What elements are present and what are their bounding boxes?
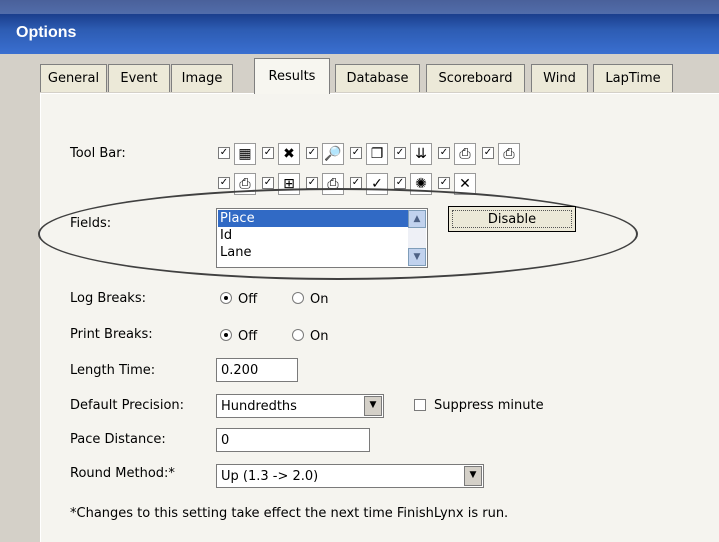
toolbar-checkbox[interactable]: ✓ [394, 177, 406, 189]
toolbar-checkbox[interactable]: ✓ [218, 147, 230, 159]
toolbar-checkbox[interactable]: ✓ [218, 177, 230, 189]
printer-export-icon[interactable]: ⎙ [454, 143, 476, 165]
tab-scoreboard[interactable]: Scoreboard [426, 64, 525, 92]
windows-icon[interactable]: ❐ [366, 143, 388, 165]
length-time-label: Length Time: [70, 363, 156, 378]
delete-icon[interactable]: ✖ [278, 143, 300, 165]
list-item[interactable]: Place [218, 210, 408, 227]
fields-scrollbar[interactable]: ▲ ▼ [408, 210, 426, 266]
print-breaks-on-radio[interactable] [292, 329, 304, 341]
log-breaks-off-label: Off [238, 292, 258, 307]
toolbar-checkbox[interactable]: ✓ [350, 147, 362, 159]
tab-laptime[interactable]: LapTime [593, 64, 673, 92]
tab-database[interactable]: Database [335, 64, 420, 92]
print-breaks-off-label: Off [238, 329, 258, 344]
round-method-label: Round Method:* [70, 466, 175, 481]
disable-button[interactable]: Disable [448, 206, 576, 232]
fields-label: Fields: [70, 216, 112, 231]
toolbar-checkbox[interactable]: ✓ [262, 147, 274, 159]
tab-image[interactable]: Image [171, 64, 233, 92]
scroll-down-icon[interactable]: ▼ [408, 248, 426, 266]
tab-event[interactable]: Event [108, 64, 170, 92]
toolbar-checkbox[interactable]: ✓ [482, 147, 494, 159]
toolbar-checkbox[interactable]: ✓ [306, 147, 318, 159]
list-item[interactable]: Lane [218, 244, 408, 261]
length-time-input[interactable]: 0.200 [216, 358, 298, 382]
print-breaks-on-label: On [310, 329, 329, 344]
default-precision-select[interactable]: Hundredths [216, 394, 384, 418]
tab-wind[interactable]: Wind [531, 64, 588, 92]
default-precision-value: Hundredths [221, 398, 297, 414]
print-breaks-label: Print Breaks: [70, 327, 153, 342]
log-breaks-off-radio[interactable] [220, 292, 232, 304]
pace-distance-label: Pace Distance: [70, 432, 166, 447]
footnote-text: *Changes to this setting take effect the… [70, 506, 509, 521]
toolbar-checkbox[interactable]: ✓ [438, 147, 450, 159]
chevron-down-icon[interactable]: ▼ [364, 396, 382, 416]
toolbar-checkbox[interactable]: ✓ [262, 177, 274, 189]
round-method-select[interactable]: Up (1.3 -> 2.0) [216, 464, 484, 488]
tab-results[interactable]: Results [254, 58, 330, 94]
tab-general[interactable]: General [40, 64, 107, 92]
fields-listbox[interactable]: Place Id Lane ▲ ▼ [216, 208, 428, 268]
round-method-value: Up (1.3 -> 2.0) [221, 468, 319, 484]
toolbar-label: Tool Bar: [70, 146, 126, 161]
list-item[interactable]: Id [218, 227, 408, 244]
toolbar-checkbox[interactable]: ✓ [438, 177, 450, 189]
chevron-down-icon[interactable]: ▼ [464, 466, 482, 486]
suppress-minute-checkbox[interactable] [414, 399, 426, 411]
window-title: Options [16, 24, 77, 41]
grid-icon[interactable]: ▦ [234, 143, 256, 165]
default-precision-label: Default Precision: [70, 398, 185, 413]
pace-distance-input[interactable]: 0 [216, 428, 370, 452]
title-strip [0, 0, 719, 14]
print-breaks-off-radio[interactable] [220, 329, 232, 341]
suppress-minute-label: Suppress minute [434, 398, 544, 413]
log-breaks-label: Log Breaks: [70, 291, 146, 306]
log-breaks-on-radio[interactable] [292, 292, 304, 304]
arrows-down-icon[interactable]: ⇊ [410, 143, 432, 165]
printer-color-icon[interactable]: ⎙ [498, 143, 520, 165]
find-icon[interactable]: 🔎 [322, 143, 344, 165]
scroll-up-icon[interactable]: ▲ [408, 210, 426, 228]
toolbar-checkbox[interactable]: ✓ [394, 147, 406, 159]
log-breaks-on-label: On [310, 292, 329, 307]
title-bar: Options [0, 0, 719, 54]
